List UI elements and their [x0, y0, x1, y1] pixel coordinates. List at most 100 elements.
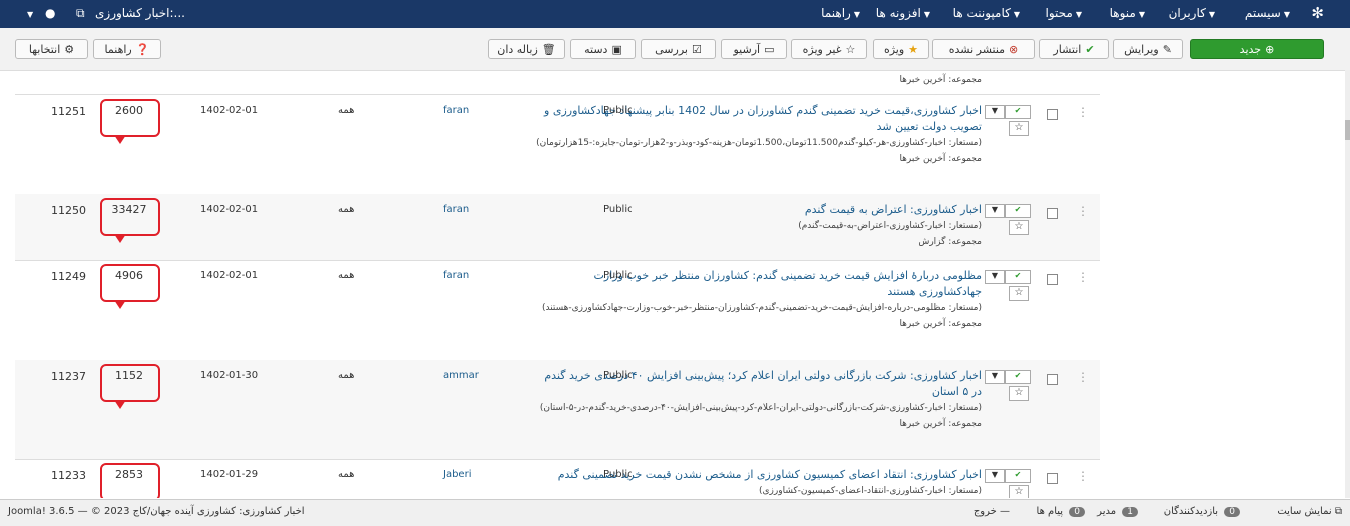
featured-toggle-icon[interactable]: ☆: [1009, 121, 1029, 136]
actions-dropdown-button[interactable]: ▼: [985, 270, 1005, 284]
options-button[interactable]: انتخابها ⚙: [15, 39, 88, 59]
unfeatured-button[interactable]: غیر ویژه ☆: [791, 39, 867, 59]
author-link[interactable]: faran: [443, 105, 469, 116]
menu-components[interactable]: کامپوننت ها ▼: [953, 6, 1020, 20]
archive-button[interactable]: آرشیو ▭: [721, 39, 787, 59]
toolbar: جدید ⊕ ویرایش ✎ انتشار ✔ منتشر نشده ⊗ ویژه ★ …: [0, 28, 1350, 71]
menu-label: افزونه ها: [875, 6, 921, 20]
checkin-button[interactable]: بررسی ☑: [641, 39, 716, 59]
cancel-circle-icon: ⊗: [1009, 43, 1019, 56]
article-alias: (مستعار: اخبار-کشاورزی-انتقاد-اعضای-کمیس…: [759, 486, 982, 496]
menu-content[interactable]: محتوا ▼: [1046, 6, 1082, 20]
menu-extensions[interactable]: افزونه ها ▼: [876, 6, 930, 20]
button-label: راهنما: [104, 43, 132, 56]
visitors-status[interactable]: بازدیدکنندگان 0: [1164, 506, 1240, 517]
featured-button[interactable]: ویژه ★: [873, 39, 929, 59]
admins-status[interactable]: مدیر 1: [1097, 506, 1138, 517]
menu-label: کاربران: [1168, 6, 1206, 20]
menu-system[interactable]: سیستم ▼: [1245, 6, 1290, 20]
author-link[interactable]: faran: [443, 270, 469, 281]
help-button[interactable]: راهنما ❓: [93, 39, 161, 59]
drag-handle-icon[interactable]: ⋮: [1077, 370, 1089, 384]
access-level: Public: [603, 469, 633, 480]
access-level: Public: [603, 204, 633, 215]
drag-handle-icon[interactable]: ⋮: [1077, 469, 1089, 483]
logout-link[interactable]: خروج —: [974, 506, 1010, 517]
caret-down-icon: ▼: [1075, 10, 1082, 19]
table-row: ⋮ ✔ ▼ ☆ اخبار کشاورزی: انتقاد اعضای کمیسیون …: [15, 459, 1100, 498]
hits-count: 33427: [111, 203, 147, 216]
article-alias: (مستعار: اخبار-کشاورزی-اعتراض-به-قیمت-گن…: [798, 221, 982, 231]
publish-toggle-button[interactable]: ✔: [1005, 204, 1031, 218]
author-link[interactable]: Jaberi: [443, 469, 471, 480]
user-menu[interactable]: ▼ ●: [27, 6, 55, 20]
hits-count: 1152: [115, 369, 143, 382]
menu-help[interactable]: راهنما ▼: [821, 6, 860, 20]
batch-button[interactable]: دسته ▣: [570, 39, 636, 59]
row-checkbox[interactable]: [1047, 473, 1058, 484]
row-checkbox[interactable]: [1047, 274, 1058, 285]
table-row: ⋮ ✔ ▼ ☆ اخبار کشاورزی: اعتراض به قیمت گندم (م…: [15, 194, 1100, 261]
article-title-link[interactable]: مظلومی دربارهٔ افزایش قیمت خرید تضمینی گ…: [532, 268, 982, 300]
publish-toggle-button[interactable]: ✔: [1005, 105, 1031, 119]
publish-toggle-button[interactable]: ✔: [1005, 469, 1031, 483]
publish-toggle-button[interactable]: ✔: [1005, 270, 1031, 284]
row-checkbox[interactable]: [1047, 208, 1058, 219]
drag-handle-icon[interactable]: ⋮: [1077, 270, 1089, 284]
edit-button[interactable]: ویرایش ✎: [1113, 39, 1183, 59]
publish-button[interactable]: انتشار ✔: [1039, 39, 1109, 59]
new-button[interactable]: جدید ⊕: [1190, 39, 1324, 59]
joomla-logo-icon[interactable]: ✻: [1311, 4, 1324, 22]
messages-status[interactable]: پیام ها 0: [1037, 506, 1085, 517]
featured-toggle-icon[interactable]: ☆: [1009, 485, 1029, 498]
actions-dropdown-button[interactable]: ▼: [985, 370, 1005, 384]
button-label: منتشر نشده: [948, 43, 1006, 56]
actions-dropdown-button[interactable]: ▼: [985, 469, 1005, 483]
external-link-icon[interactable]: ⧉: [76, 6, 85, 21]
table-row: ⋮ ✔ ▼ ☆ مظلومی دربارهٔ افزایش قیمت خرید تضمی…: [15, 260, 1100, 361]
drag-handle-icon[interactable]: ⋮: [1077, 105, 1089, 119]
button-label: ویژه: [883, 43, 905, 56]
visitors-badge: 0: [1224, 507, 1240, 517]
article-title-cell: اخبار کشاورزی،قیمت خرید تضمینی گندم کشاو…: [532, 103, 982, 167]
drag-handle-icon[interactable]: ⋮: [1077, 204, 1089, 218]
language-text: همه: [338, 204, 355, 215]
featured-toggle-icon[interactable]: ☆: [1009, 286, 1029, 301]
featured-toggle-icon[interactable]: ☆: [1009, 386, 1029, 401]
vertical-scrollbar[interactable]: [1345, 70, 1350, 498]
actions-dropdown-button[interactable]: ▼: [985, 105, 1005, 119]
language-text: همه: [338, 105, 355, 116]
article-id: 11233: [51, 469, 86, 482]
access-level: Public: [603, 105, 633, 116]
author-link[interactable]: ammar: [443, 370, 479, 381]
author-link[interactable]: faran: [443, 204, 469, 215]
site-name-link[interactable]: اخبار کشاورزی:...: [95, 6, 185, 20]
menu-users[interactable]: کاربران ▼: [1169, 6, 1215, 20]
button-label: زباله دان: [497, 43, 538, 56]
visitors-label: بازدیدکنندگان: [1163, 506, 1219, 517]
minus-icon: —: [1000, 506, 1010, 517]
admins-label: مدیر: [1097, 506, 1117, 517]
article-title-link[interactable]: اخبار کشاورزی: انتقاد اعضای کمیسیون کشاو…: [532, 467, 982, 483]
button-label: انتخابها: [28, 43, 61, 56]
featured-toggle-icon[interactable]: ☆: [1009, 220, 1029, 235]
actions-dropdown-button[interactable]: ▼: [985, 204, 1005, 218]
article-category: مجموعه: گزارش: [918, 237, 982, 247]
view-site-link[interactable]: نمایش سایت ⧉: [1277, 506, 1342, 517]
article-title-link[interactable]: اخبار کشاورزی،قیمت خرید تضمینی گندم کشاو…: [532, 103, 982, 135]
scrollbar-thumb[interactable]: [1345, 120, 1350, 140]
row-checkbox[interactable]: [1047, 374, 1058, 385]
article-title-link[interactable]: اخبار کشاورزی: شرکت بازرگانی دولتی ایران…: [532, 368, 982, 400]
plus-circle-icon: ⊕: [1265, 43, 1275, 56]
publish-toggle-button[interactable]: ✔: [1005, 370, 1031, 384]
article-list: مجموعه: آخرین خبرها ⋮ ✔ ▼ ☆ اخبار کشاورزی،قی…: [15, 70, 1100, 498]
unpublish-button[interactable]: منتشر نشده ⊗: [932, 39, 1035, 59]
trash-button[interactable]: زباله دان 🗑: [488, 39, 565, 59]
article-title-link[interactable]: اخبار کشاورزی: اعتراض به قیمت گندم: [532, 202, 982, 218]
article-category: مجموعه: آخرین خبرها: [899, 154, 982, 164]
menu-label: محتوا: [1045, 6, 1073, 20]
button-label: غیر ویژه: [802, 43, 842, 56]
row-checkbox[interactable]: [1047, 109, 1058, 120]
messages-label: پیام ها: [1036, 506, 1064, 517]
menu-menus[interactable]: منوها ▼: [1110, 6, 1145, 20]
